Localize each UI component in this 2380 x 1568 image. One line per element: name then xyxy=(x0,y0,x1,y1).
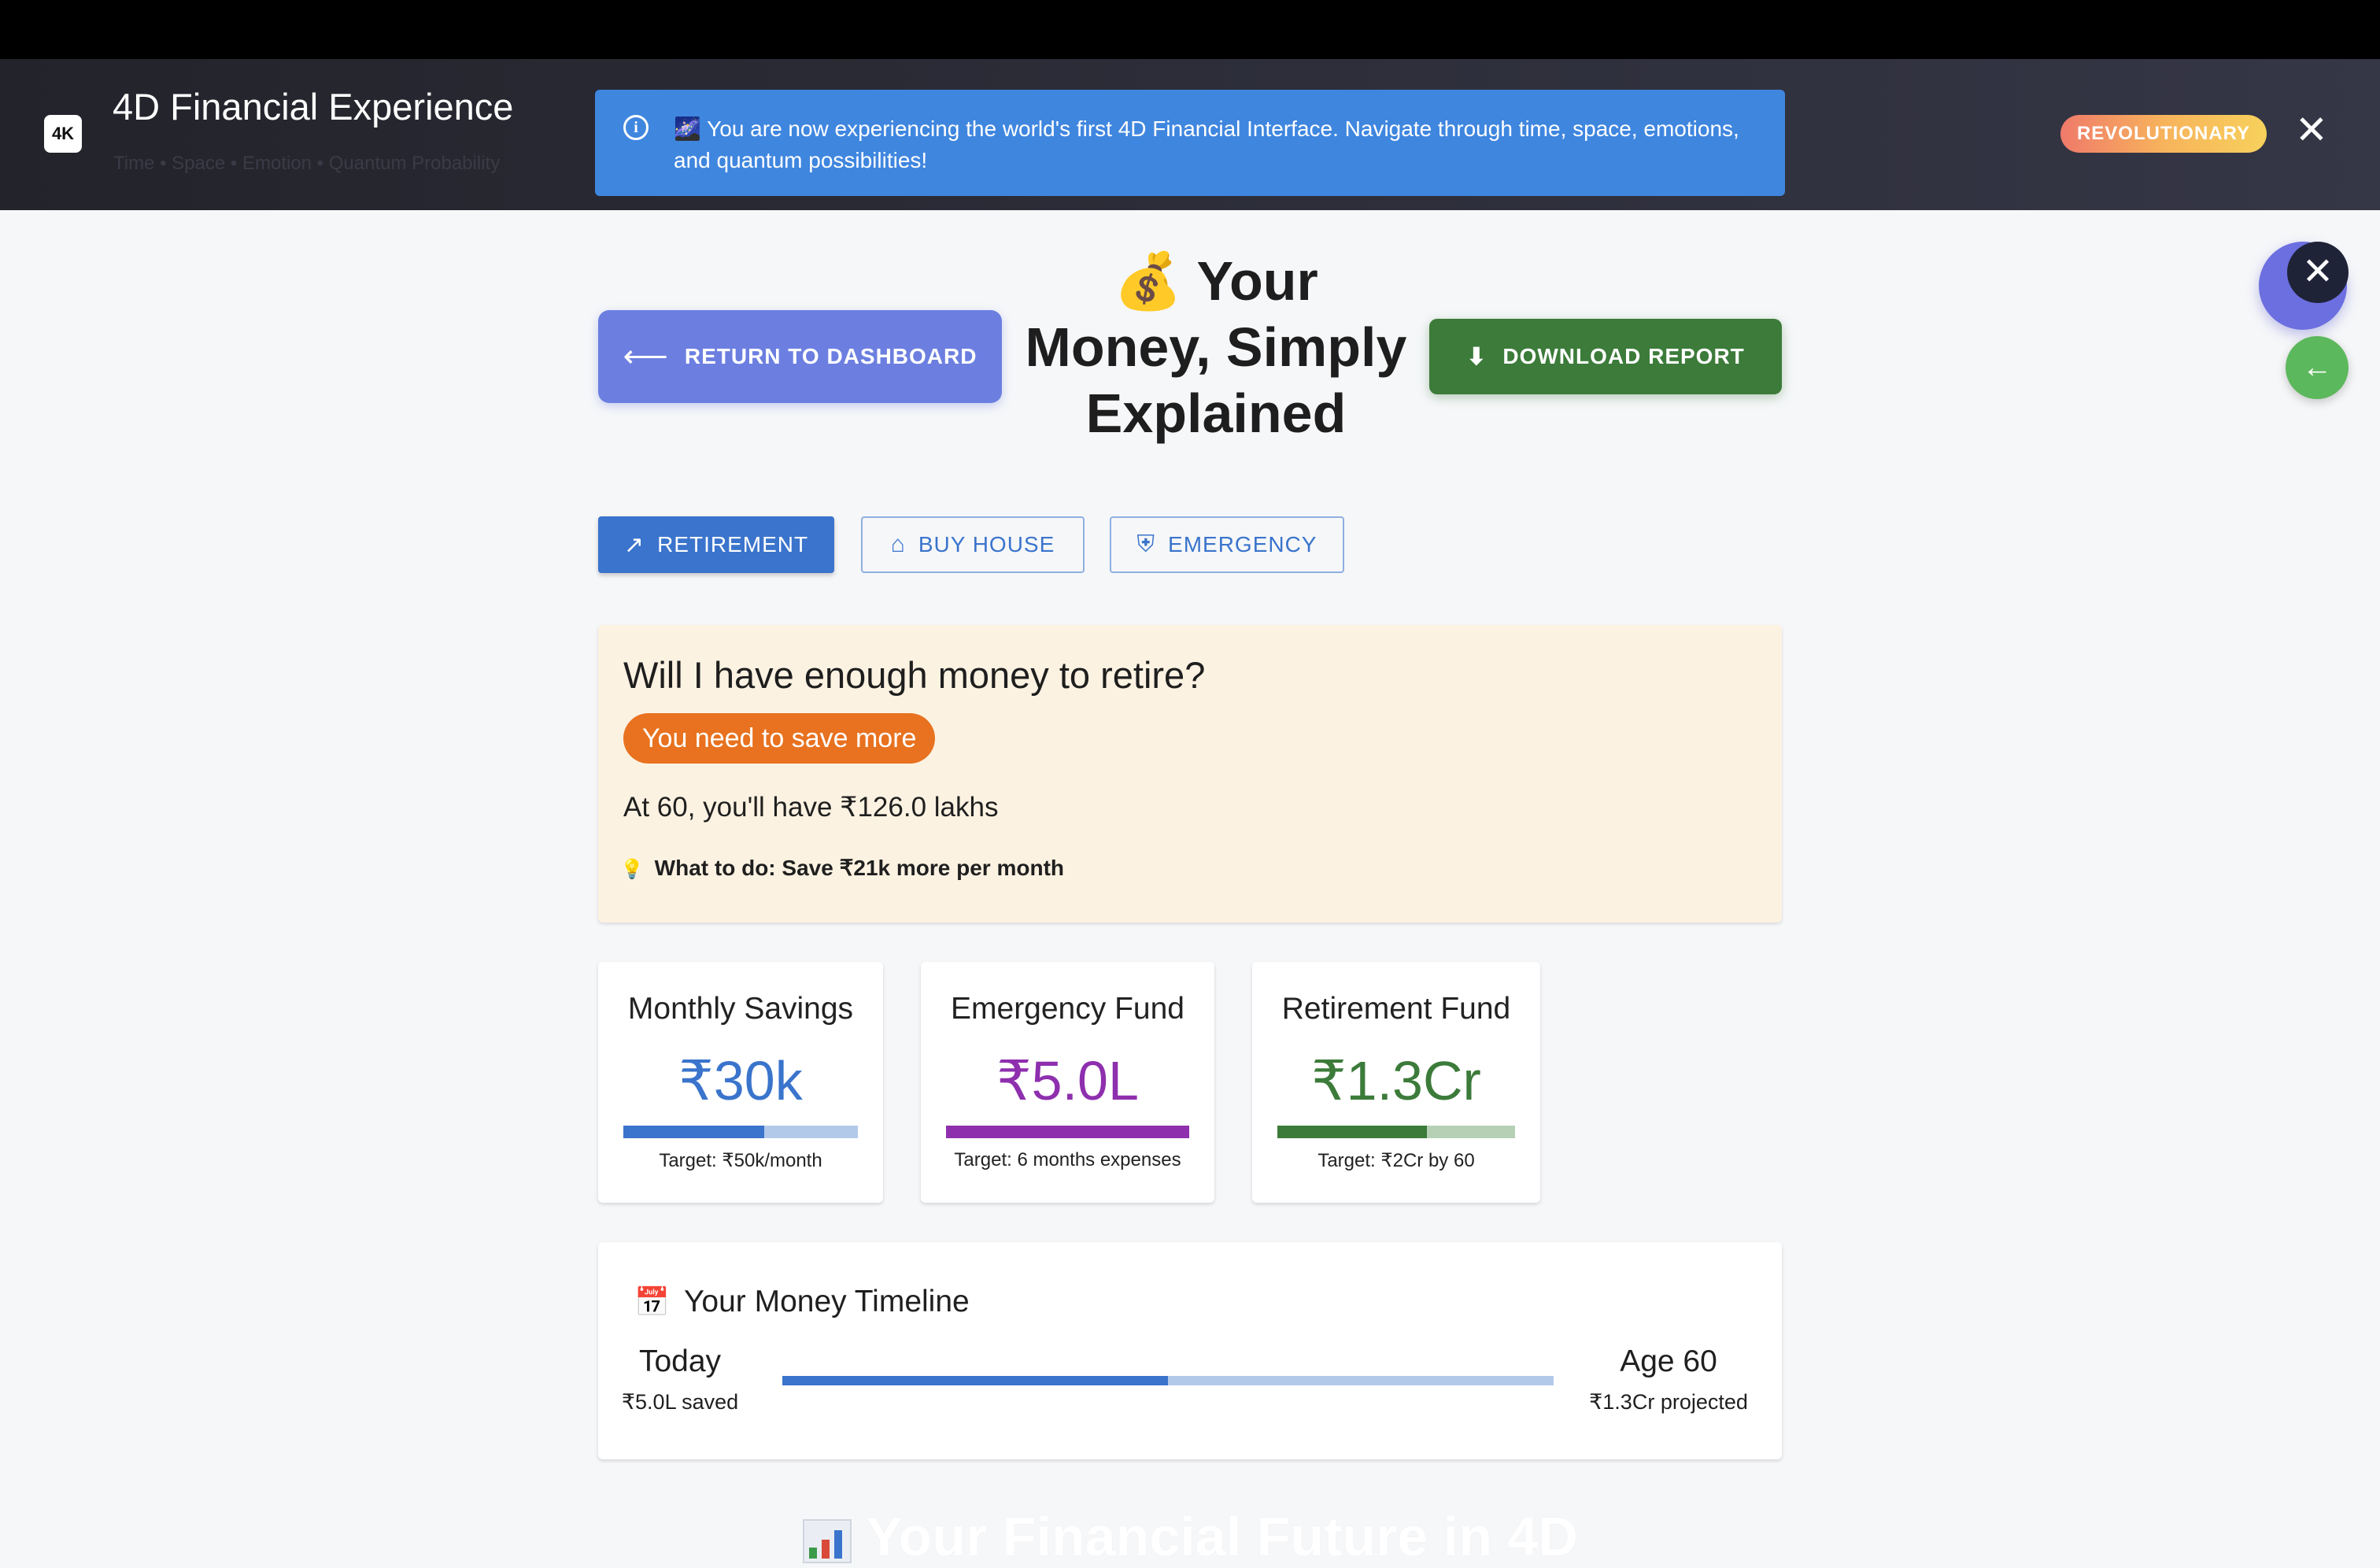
retirement-question: Will I have enough money to retire? xyxy=(623,654,1206,696)
app-logo: 4K xyxy=(44,115,82,153)
timeline-title-text: Your Money Timeline xyxy=(683,1285,970,1318)
progress-bar xyxy=(946,1126,1189,1138)
tab-label: EMERGENCY xyxy=(1168,532,1318,557)
money-timeline-card: 📅 Your Money Timeline Today ₹5.0L saved … xyxy=(598,1242,1782,1459)
return-button-label: RETURN TO DASHBOARD xyxy=(684,344,978,368)
stat-target: Target: ₹50k/month xyxy=(659,1150,822,1171)
timeline-progress-bar xyxy=(782,1376,1554,1385)
stat-value: ₹1.3Cr xyxy=(1311,1050,1481,1111)
stat-label: Emergency Fund xyxy=(951,992,1184,1026)
revolutionary-badge: REVOLUTIONARY xyxy=(2060,115,2267,153)
tab-label: BUY HOUSE xyxy=(918,532,1055,557)
retirement-status-card: Will I have enough money to retire? You … xyxy=(598,625,1782,923)
floating-back-button[interactable]: ← xyxy=(2286,336,2349,399)
future-4d-heading-text: Your Financial Future in 4D xyxy=(866,1506,1578,1567)
progress-fill xyxy=(946,1126,1189,1138)
stat-label: Retirement Fund xyxy=(1281,992,1511,1026)
home-icon: ⌂ xyxy=(890,531,906,557)
tab-label: RETIREMENT xyxy=(657,532,809,557)
stat-card-monthly-savings: Monthly Savings ₹30k Target: ₹50k/month xyxy=(598,962,883,1203)
bar-chart-icon xyxy=(803,1518,852,1563)
timeline-title: 📅 Your Money Timeline xyxy=(634,1285,970,1319)
tab-buy-house[interactable]: ⌂ BUY HOUSE xyxy=(861,516,1085,573)
stat-target: Target: 6 months expenses xyxy=(954,1149,1181,1170)
info-icon: i xyxy=(623,115,649,140)
shield-icon: ⛨ xyxy=(1136,531,1156,557)
download-icon: ⬇ xyxy=(1466,343,1488,370)
timeline-start-label: Today xyxy=(638,1344,722,1378)
status-badge: You need to save more xyxy=(623,713,936,764)
trending-up-icon: ↗ xyxy=(623,531,645,558)
arrow-left-icon: ⟵ xyxy=(623,339,669,374)
retirement-projection: At 60, you'll have ₹126.0 lakhs xyxy=(623,792,999,823)
lightbulb-icon: 💡 xyxy=(620,859,644,880)
stat-value: ₹5.0L xyxy=(996,1050,1139,1111)
timeline-start-value: ₹5.0L saved xyxy=(621,1390,739,1414)
stat-target: Target: ₹2Cr by 60 xyxy=(1318,1150,1475,1171)
stat-card-emergency-fund: Emergency Fund ₹5.0L Target: 6 months ex… xyxy=(921,962,1214,1203)
progress-fill xyxy=(623,1126,764,1138)
timeline-end-value: ₹1.3Cr projected xyxy=(1589,1390,1748,1414)
timeline-start: Today ₹5.0L saved xyxy=(617,1344,743,1415)
progress-fill xyxy=(1277,1126,1428,1138)
stat-card-retirement-fund: Retirement Fund ₹1.3Cr Target: ₹2Cr by 6… xyxy=(1252,962,1540,1203)
header-close-button[interactable]: ✕ xyxy=(2293,110,2330,150)
progress-bar xyxy=(1277,1126,1515,1138)
close-icon[interactable]: ✕ xyxy=(2287,242,2349,303)
top-black-bar xyxy=(0,0,2380,59)
banner-text: 🌌 You are now experiencing the world's f… xyxy=(674,116,1739,172)
page-title: 💰 Your Money, Simply Explained xyxy=(1025,250,1407,444)
download-report-button[interactable]: ⬇ DOWNLOAD REPORT xyxy=(1429,319,1782,394)
stat-value: ₹30k xyxy=(678,1050,803,1111)
stat-label: Monthly Savings xyxy=(627,992,854,1026)
tab-emergency[interactable]: ⛨ EMERGENCY xyxy=(1110,516,1344,573)
app-title: 4D Financial Experience xyxy=(113,86,514,128)
calendar-icon: 📅 xyxy=(634,1285,670,1318)
future-4d-heading: Your Financial Future in 4D xyxy=(803,1505,1578,1568)
timeline-end: Age 60 ₹1.3Cr projected xyxy=(1574,1344,1763,1415)
return-to-dashboard-button[interactable]: ⟵ RETURN TO DASHBOARD xyxy=(598,310,1002,403)
tab-retirement[interactable]: ↗ RETIREMENT xyxy=(598,516,834,573)
download-button-label: DOWNLOAD REPORT xyxy=(1502,344,1745,368)
progress-bar xyxy=(623,1126,858,1138)
info-banner: i 🌌 You are now experiencing the world's… xyxy=(595,90,1785,196)
tip-text: What to do: Save ₹21k more per month xyxy=(654,856,1065,880)
retirement-tip: 💡 What to do: Save ₹21k more per month xyxy=(620,855,1064,881)
app-subtitle: Time • Space • Emotion • Quantum Probabi… xyxy=(113,153,501,174)
floating-close-button[interactable]: ✕ xyxy=(2259,242,2349,330)
timeline-progress-fill xyxy=(782,1376,1168,1385)
timeline-end-label: Age 60 xyxy=(1620,1344,1717,1378)
